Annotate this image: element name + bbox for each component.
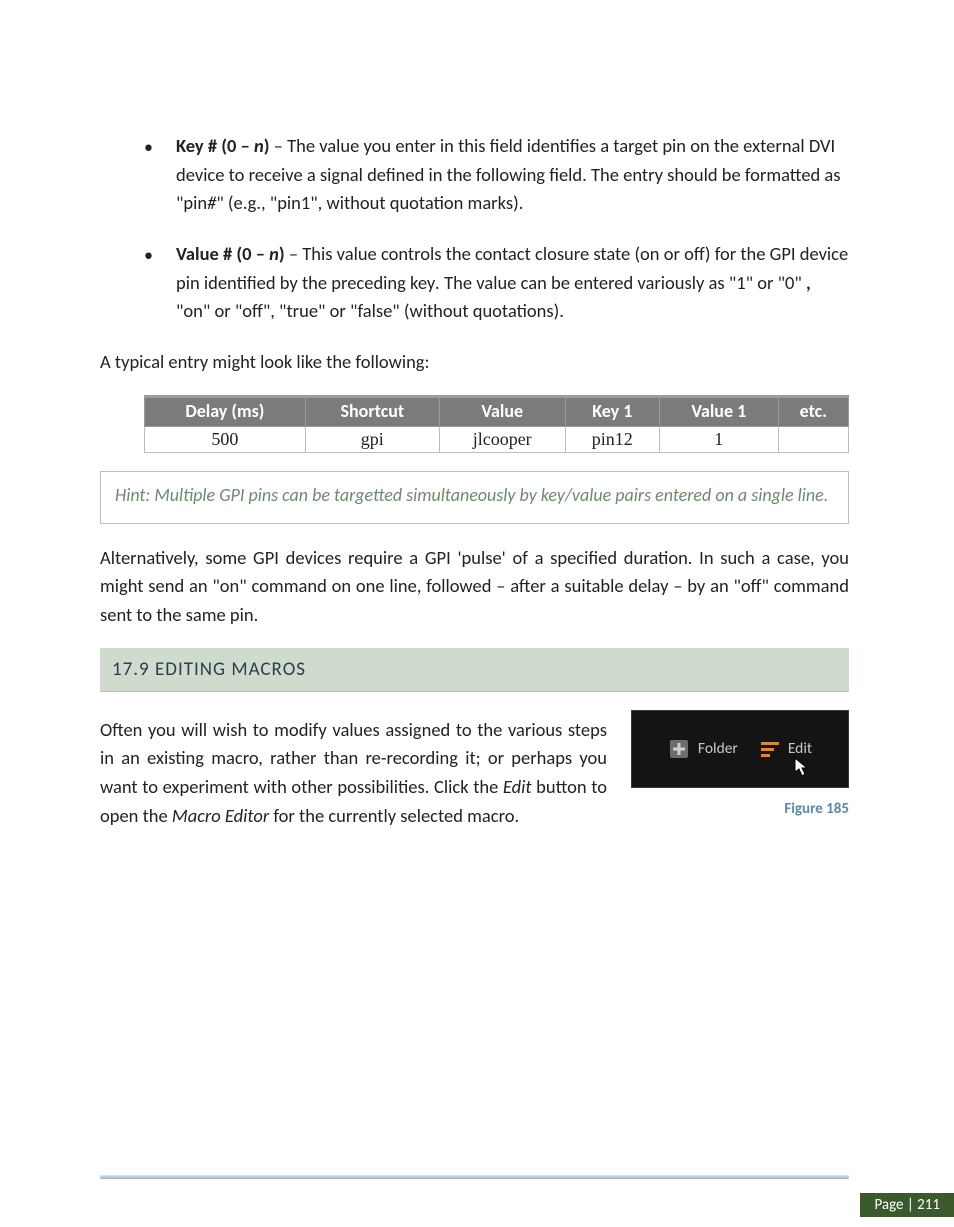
section-heading: 17.9 EDITING MACROS bbox=[100, 648, 849, 692]
th-etc: etc. bbox=[778, 395, 848, 426]
bullet-key-text-b: " (e.g., "pin1", without quotation marks… bbox=[216, 191, 523, 214]
th-value: Value bbox=[439, 395, 565, 426]
bullet-dot-icon: • bbox=[144, 242, 153, 270]
edit-button[interactable]: Edit bbox=[760, 739, 812, 759]
folder-button[interactable]: Folder bbox=[668, 738, 738, 760]
typical-intro: A typical entry might look like the foll… bbox=[100, 348, 849, 377]
bullet-value-comma: , bbox=[806, 271, 811, 294]
td-value: jlcooper bbox=[439, 426, 565, 452]
edit-lines-icon bbox=[760, 739, 780, 759]
example-table: Delay (ms) Shortcut Value Key 1 Value 1 … bbox=[144, 395, 849, 453]
alt-paragraph: Alternatively, some GPI devices require … bbox=[100, 544, 849, 630]
bullet-value-text-b: The value can be entered variously as "1… bbox=[440, 271, 806, 294]
editing-paragraph: Often you will wish to modify values ass… bbox=[100, 716, 607, 831]
folder-plus-icon bbox=[668, 738, 690, 760]
td-key1: pin12 bbox=[565, 426, 659, 452]
figure-column: Folder Edit bbox=[631, 710, 849, 818]
bullet-key-pinhash: # bbox=[207, 191, 216, 214]
td-delay: 500 bbox=[145, 426, 306, 452]
th-value1: Value 1 bbox=[659, 395, 778, 426]
cursor-icon bbox=[794, 757, 810, 777]
bullet-key-item: • Key # (0 – n) – The value you enter in… bbox=[144, 132, 849, 218]
hint-box: Hint: Multiple GPI pins can be targetted… bbox=[100, 471, 849, 524]
bullet-value-item: • Value # (0 – n) – This value controls … bbox=[144, 240, 849, 326]
page: • Key # (0 – n) – The value you enter in… bbox=[0, 0, 954, 1227]
table-row: 500 gpi jlcooper pin12 1 bbox=[145, 426, 849, 452]
folder-label: Folder bbox=[698, 739, 738, 758]
footer-divider bbox=[100, 1175, 849, 1179]
bullet-dot-icon: • bbox=[144, 134, 153, 162]
bullet-value-text-c: "on" or "off", "true" or "false" (withou… bbox=[176, 299, 564, 322]
bullet-value-lead: Value # (0 – n) bbox=[176, 242, 285, 265]
th-key1: Key 1 bbox=[565, 395, 659, 426]
td-shortcut: gpi bbox=[305, 426, 439, 452]
page-number: Page | 211 bbox=[860, 1193, 954, 1217]
th-shortcut: Shortcut bbox=[305, 395, 439, 426]
bullet-list: • Key # (0 – n) – The value you enter in… bbox=[100, 132, 849, 326]
td-etc bbox=[778, 426, 848, 452]
th-delay: Delay (ms) bbox=[145, 395, 306, 426]
edit-label: Edit bbox=[788, 739, 812, 758]
bullet-key-lead: Key # (0 – n) bbox=[176, 134, 270, 157]
figure-toolbar: Folder Edit bbox=[631, 710, 849, 788]
figure-caption: Figure 185 bbox=[631, 800, 849, 818]
td-value1: 1 bbox=[659, 426, 778, 452]
